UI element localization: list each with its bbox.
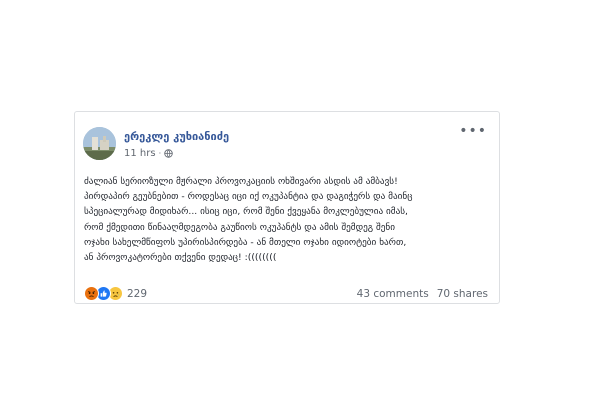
reactions-summary[interactable]: 229	[84, 286, 147, 301]
post-text-line: ძალიან სერიოზული მჟრალი პროვოკაციის ოხში…	[84, 176, 398, 187]
comments-count-link[interactable]: 43 comments	[357, 288, 429, 300]
post-text: ძალიან სერიოზული მჟრალი პროვოკაციის ოხში…	[84, 174, 490, 265]
post-text-line: სპეციალურად მიდიხარ... ისიც იცი, რომ შენ…	[84, 206, 408, 218]
post-text-line: პირდაპირ გეუბნებით - როდესაც იცი იქ ოკუპ…	[84, 191, 413, 203]
post-stats: 43 comments 70 shares	[357, 288, 488, 300]
shares-count-link[interactable]: 70 shares	[437, 288, 488, 300]
separator: ·	[158, 149, 162, 158]
facebook-post: ერეკლე კუხიანიძე 11 hrs · ••• ძალიან სერ…	[74, 111, 500, 304]
more-options-button[interactable]: •••	[459, 124, 487, 138]
avatar[interactable]	[83, 127, 116, 160]
globe-icon[interactable]	[164, 149, 173, 158]
post-text-line: ან პროვოკატორები თქვენი დედაც! :((((((((	[84, 252, 277, 264]
post-text-line: ოჯახი სახელმწიფოს უპირისპირდება - ან მთე…	[84, 236, 407, 248]
post-text-line: რომ ქმედითი წინააღმდეგობა გაუწიოს ოკუპან…	[84, 221, 395, 233]
post-timestamp[interactable]: 11 hrs	[124, 148, 156, 159]
angry-icon	[84, 286, 99, 301]
author-name[interactable]: ერეკლე კუხიანიძე	[124, 130, 229, 143]
avatar-photo	[83, 127, 116, 160]
reaction-count: 229	[127, 287, 148, 300]
post-meta: 11 hrs ·	[124, 148, 173, 159]
